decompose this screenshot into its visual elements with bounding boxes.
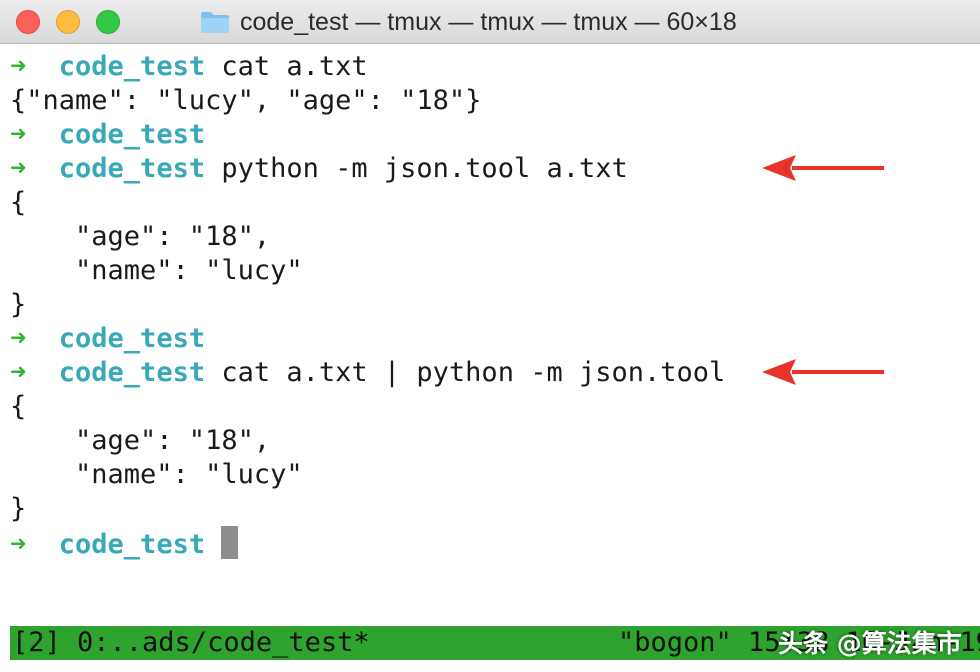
prompt-dir: code_test [58,323,206,354]
minimize-button[interactable] [56,10,80,34]
output-line: } [10,289,27,320]
prompt-dir: code_test [58,529,206,560]
output-line: } [10,493,27,524]
prompt-dir: code_test [58,119,206,150]
prompt-line: ➜ code_test cat a.txt [10,50,368,84]
output-line: "age": "18", [10,221,271,252]
prompt-dir: code_test [58,51,206,82]
output-line: "name": "lucy" [10,459,303,490]
output-line: "age": "18", [10,425,271,456]
command-text [205,529,221,560]
watermark: 头条 @算法集市 [778,629,962,658]
prompt-arrow-icon: ➜ [10,153,27,184]
prompt-arrow-icon: ➜ [10,323,27,354]
command-text: cat a.txt | python -m json.tool [205,357,726,388]
prompt-arrow-icon: ➜ [10,119,27,150]
prompt-line: ➜ code_test [10,322,205,356]
folder-icon [201,12,229,33]
terminal-window: code_test — tmux — tmux — tmux — 60×18 ➜… [0,0,980,672]
command-text: python -m json.tool a.txt [205,153,628,184]
command-text: cat a.txt [205,51,368,82]
annotation-arrow-2 [762,359,884,385]
window-title: code_test — tmux — tmux — tmux — 60×18 [240,7,737,36]
maximize-button[interactable] [96,10,120,34]
prompt-line: ➜ code_test [10,526,239,560]
prompt-line: ➜ code_test cat a.txt | python -m json.t… [10,356,725,390]
prompt-dir: code_test [58,153,206,184]
tmux-window-list[interactable]: [2] 0:..ads/code_test* [12,626,370,660]
prompt-line: ➜ code_test python -m json.tool a.txt [10,152,628,186]
text-cursor [221,526,239,559]
prompt-arrow-icon: ➜ [10,51,27,82]
output-line: "name": "lucy" [10,255,303,286]
prompt-line: ➜ code_test [10,118,205,152]
output-line: { [10,187,27,218]
prompt-arrow-icon: ➜ [10,357,27,388]
annotation-arrow-1 [762,155,884,181]
title-group: code_test — tmux — tmux — tmux — 60×18 [200,0,737,44]
title-bar[interactable]: code_test — tmux — tmux — tmux — 60×18 [0,0,980,44]
prompt-arrow-icon: ➜ [10,529,27,560]
output-line: {"name": "lucy", "age": "18"} [10,85,482,116]
prompt-dir: code_test [58,357,206,388]
output-line: { [10,391,27,422]
close-button[interactable] [16,10,40,34]
